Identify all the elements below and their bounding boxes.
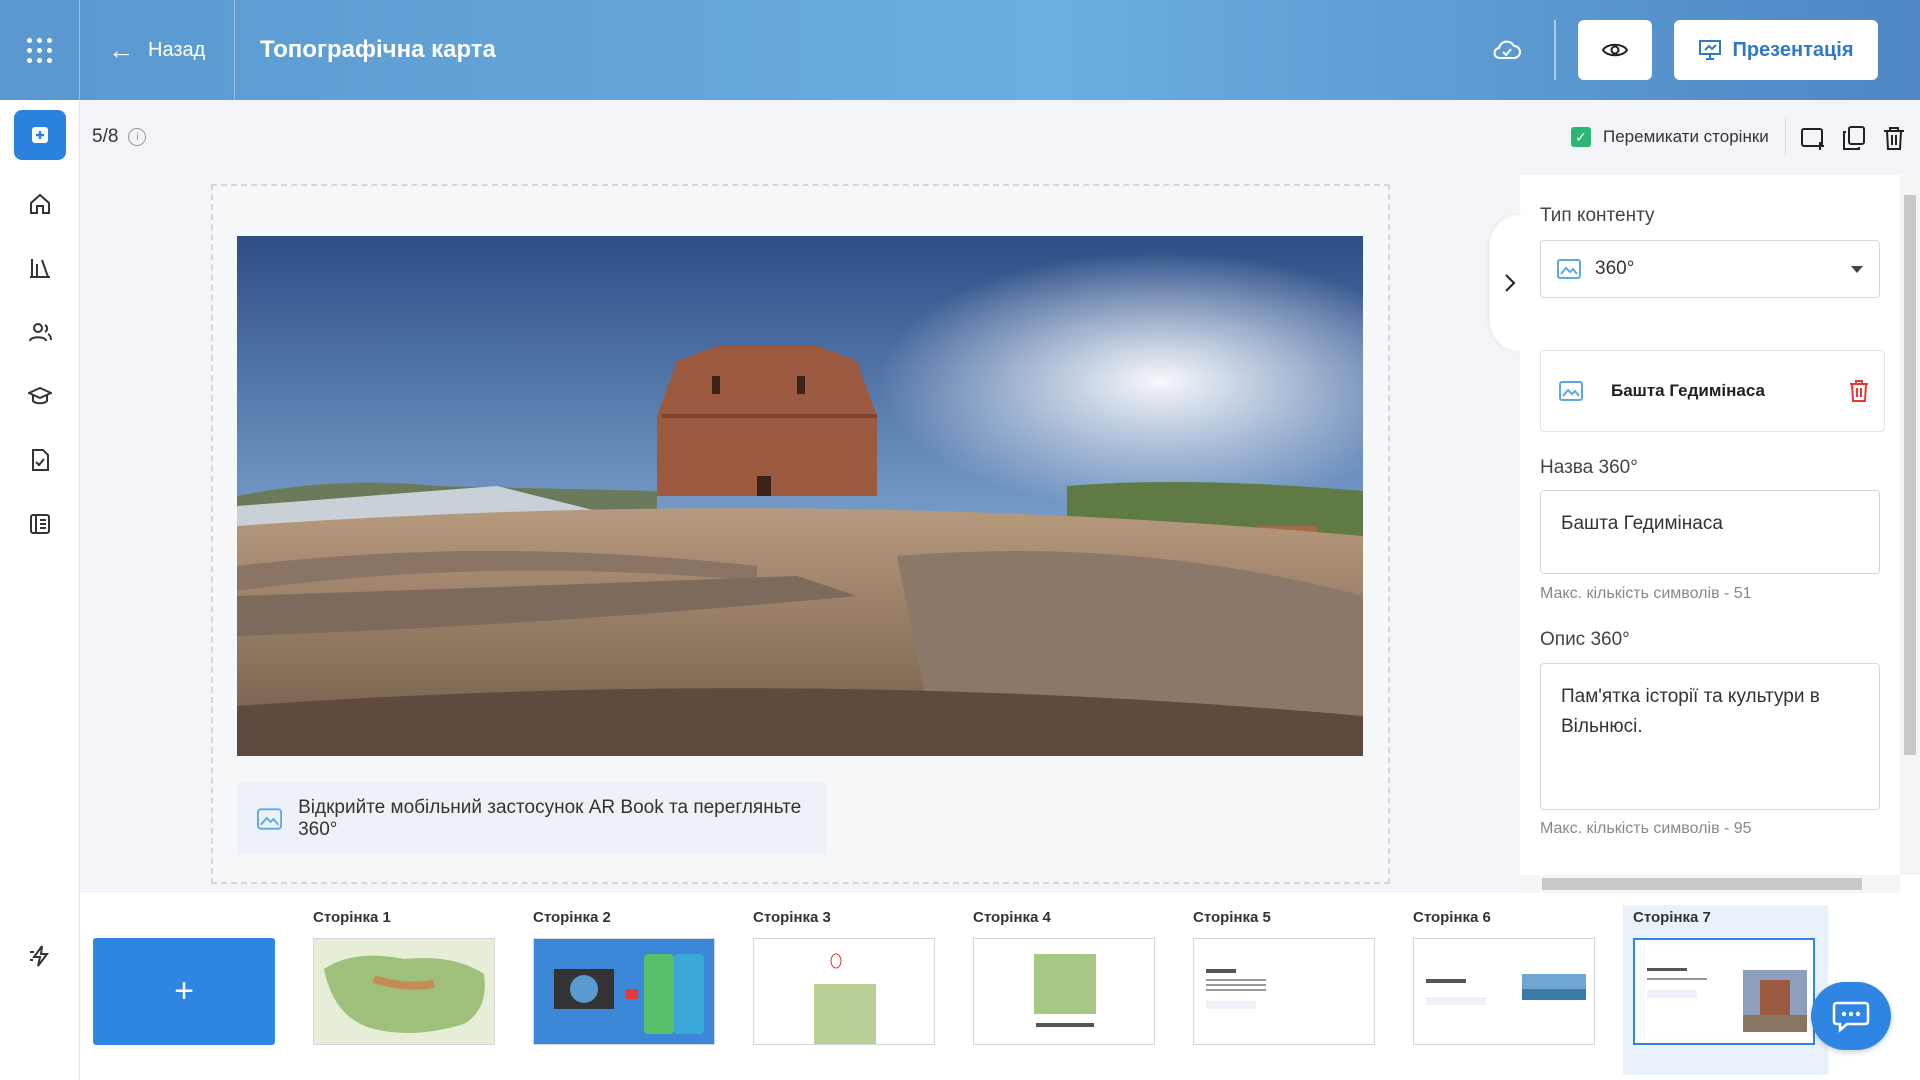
library-icon[interactable] [24,252,56,284]
name-hint: Макс. кількість символів - 51 [1540,585,1752,602]
chevron-down-icon [1851,266,1863,273]
description-hint: Макс. кількість символів - 95 [1540,820,1752,837]
eye-icon [1602,43,1628,57]
trash-icon[interactable] [1848,379,1870,403]
page-label: Сторінка 2 [533,909,611,926]
panorama-image[interactable] [237,236,1363,756]
page-label: Сторінка 6 [1413,909,1491,926]
preview-button[interactable] [1578,20,1652,80]
page-label: Сторінка 4 [973,909,1051,926]
image-360-icon [257,807,283,830]
content-item-title: Башта Гедимінаса [1611,381,1765,400]
image-360-icon [1557,259,1581,279]
page-thumbnail-7[interactable]: Сторінка 7 [1623,905,1828,1075]
plus-icon [32,127,48,143]
page-preview [1633,938,1815,1045]
apps-menu-button[interactable] [0,0,80,100]
left-sidebar [0,100,80,1080]
page-thumbnail-4[interactable]: Сторінка 4 [973,905,1173,1075]
apps-grid-icon [27,37,52,63]
content-type-label: Тип контенту [1540,205,1655,226]
page-thumbnail-2[interactable]: Сторінка 2 [533,905,733,1075]
book-icon[interactable] [24,508,56,540]
switch-pages-label: Перемикати сторінки [1603,127,1769,146]
collapse-panel-button[interactable] [1490,215,1530,351]
page-thumbnail-1[interactable]: Сторінка 1 [313,905,513,1075]
page-preview [973,938,1155,1045]
page-label: Сторінка 1 [313,909,391,926]
page-preview [1193,938,1375,1045]
page-title: Топографічна карта [260,36,496,63]
name-input[interactable]: Башта Гедимінаса [1540,490,1880,574]
document-check-icon[interactable] [24,444,56,476]
header-divider [1554,20,1556,80]
back-label: Назад [148,38,206,61]
home-icon[interactable] [24,188,56,220]
chat-support-button[interactable] [1811,982,1891,1050]
flash-icon[interactable] [24,940,56,972]
page-thumbnail-6[interactable]: Сторінка 6 [1413,905,1613,1075]
arrow-left-icon: ← [108,35,134,65]
content-type-value: 360° [1595,258,1635,279]
caption-text: Відкрийте мобільний застосунок AR Book т… [298,796,802,840]
page-label: Сторінка 3 [753,909,831,926]
page-preview [313,938,495,1045]
page-preview [753,938,935,1045]
page-thumbnail-3[interactable]: Сторінка 3 [753,905,953,1075]
back-button[interactable]: ← Назад [80,0,235,100]
toolbar-divider [1785,118,1786,156]
panel-vertical-scrollbar[interactable] [1900,175,1920,875]
page-preview [1413,938,1595,1045]
description-input[interactable]: Пам'ятка історії та культури в Вільнюсі. [1540,663,1880,810]
add-page-button[interactable]: + [93,938,275,1045]
page-label: Сторінка 5 [1193,909,1271,926]
page-label: Сторінка 7 [1633,909,1711,926]
page-counter: 5/8 i [92,126,147,148]
page-counter-value: 5/8 [92,126,119,147]
panel-horizontal-scrollbar[interactable] [1520,875,1900,893]
switch-pages-toggle[interactable]: ✓ Перемикати сторінки [1571,127,1769,147]
presentation-icon [1699,40,1722,60]
content-item-card[interactable]: Башта Гедимінаса [1540,350,1885,432]
presentation-button[interactable]: Презентація [1674,20,1878,80]
add-page-icon[interactable] [1800,124,1828,152]
create-button[interactable] [14,110,66,160]
chat-icon [1832,1001,1870,1033]
graduation-cap-icon[interactable] [24,380,56,412]
slide-caption: Відкрийте мобільний застосунок AR Book т… [237,782,827,855]
page-thumbnail-5[interactable]: Сторінка 5 [1193,905,1393,1075]
trash-icon[interactable] [1880,124,1908,152]
description-label: Опис 360° [1540,629,1630,650]
image-360-icon [1559,381,1583,401]
name-label: Назва 360° [1540,457,1638,478]
content-type-select[interactable]: 360° [1540,240,1880,298]
info-icon[interactable]: i [128,128,147,146]
presentation-label: Презентація [1732,38,1854,61]
users-icon[interactable] [24,316,56,348]
copy-icon[interactable] [1840,124,1868,152]
page-preview [533,938,715,1045]
chevron-right-icon [1505,274,1516,292]
cloud-sync-icon[interactable] [1492,36,1522,64]
switch-pages-checkbox[interactable]: ✓ [1571,127,1591,147]
top-header: ← Назад Топографічна карта Презентація [0,0,1920,100]
